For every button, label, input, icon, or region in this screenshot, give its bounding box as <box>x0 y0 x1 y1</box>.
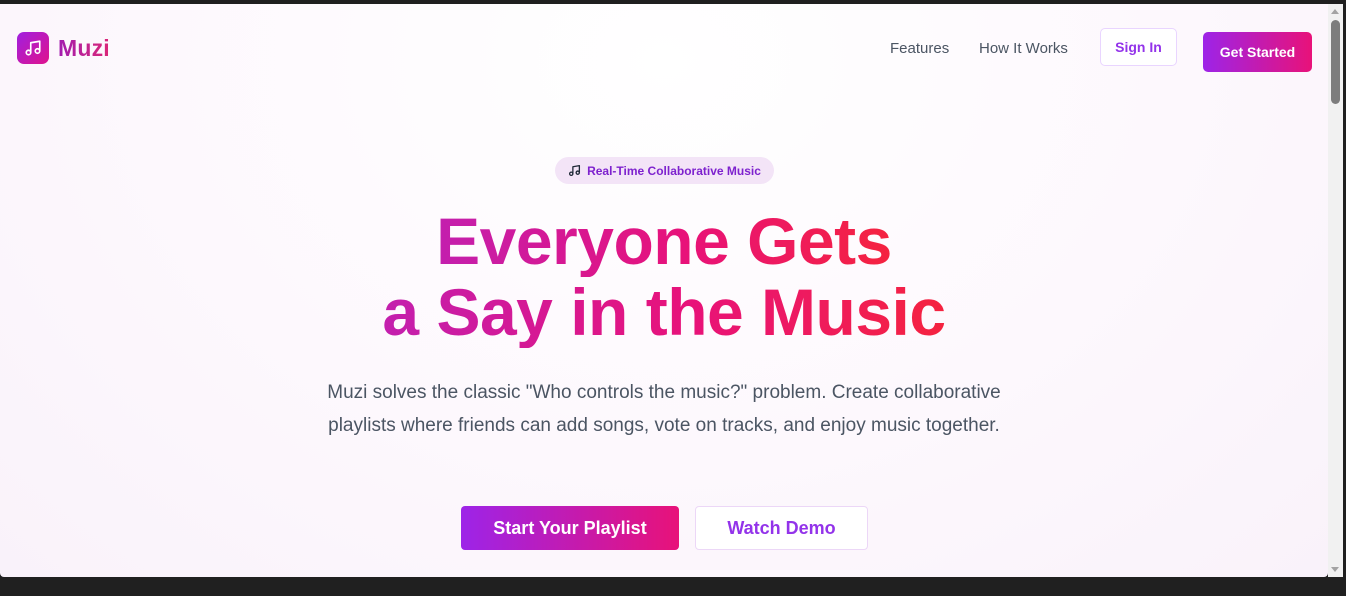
page-viewport: Muzi Features How It Works Sign In Get S… <box>0 4 1328 577</box>
scroll-up-arrow-icon[interactable] <box>1331 9 1339 14</box>
scroll-down-arrow-icon[interactable] <box>1331 567 1339 572</box>
watch-demo-button[interactable]: Watch Demo <box>695 506 868 550</box>
scroll-thumb[interactable] <box>1331 20 1340 104</box>
top-nav: Muzi Features How It Works Sign In Get S… <box>0 4 1328 92</box>
sign-in-button[interactable]: Sign In <box>1100 28 1177 66</box>
music-note-icon <box>17 32 49 64</box>
hero-title: Everyone Gets a Say in the Music <box>0 206 1328 348</box>
get-started-button[interactable]: Get Started <box>1203 32 1312 72</box>
brand-logo[interactable]: Muzi <box>17 32 110 64</box>
brand-name: Muzi <box>58 34 110 61</box>
start-playlist-button[interactable]: Start Your Playlist <box>461 506 679 550</box>
hero-title-line-1: Everyone Gets <box>436 204 892 278</box>
nav-link-features[interactable]: Features <box>890 40 949 57</box>
page-scrollbar[interactable] <box>1328 4 1343 577</box>
nav-link-how-it-works[interactable]: How It Works <box>979 40 1068 57</box>
taskbar <box>0 577 1346 596</box>
hero-badge: Real-Time Collaborative Music <box>555 157 774 184</box>
hero-title-line-2: a Say in the Music <box>382 275 946 349</box>
music-note-icon <box>568 164 581 177</box>
hero-badge-text: Real-Time Collaborative Music <box>587 163 761 178</box>
hero-subtitle: Muzi solves the classic "Who controls th… <box>327 382 1001 436</box>
